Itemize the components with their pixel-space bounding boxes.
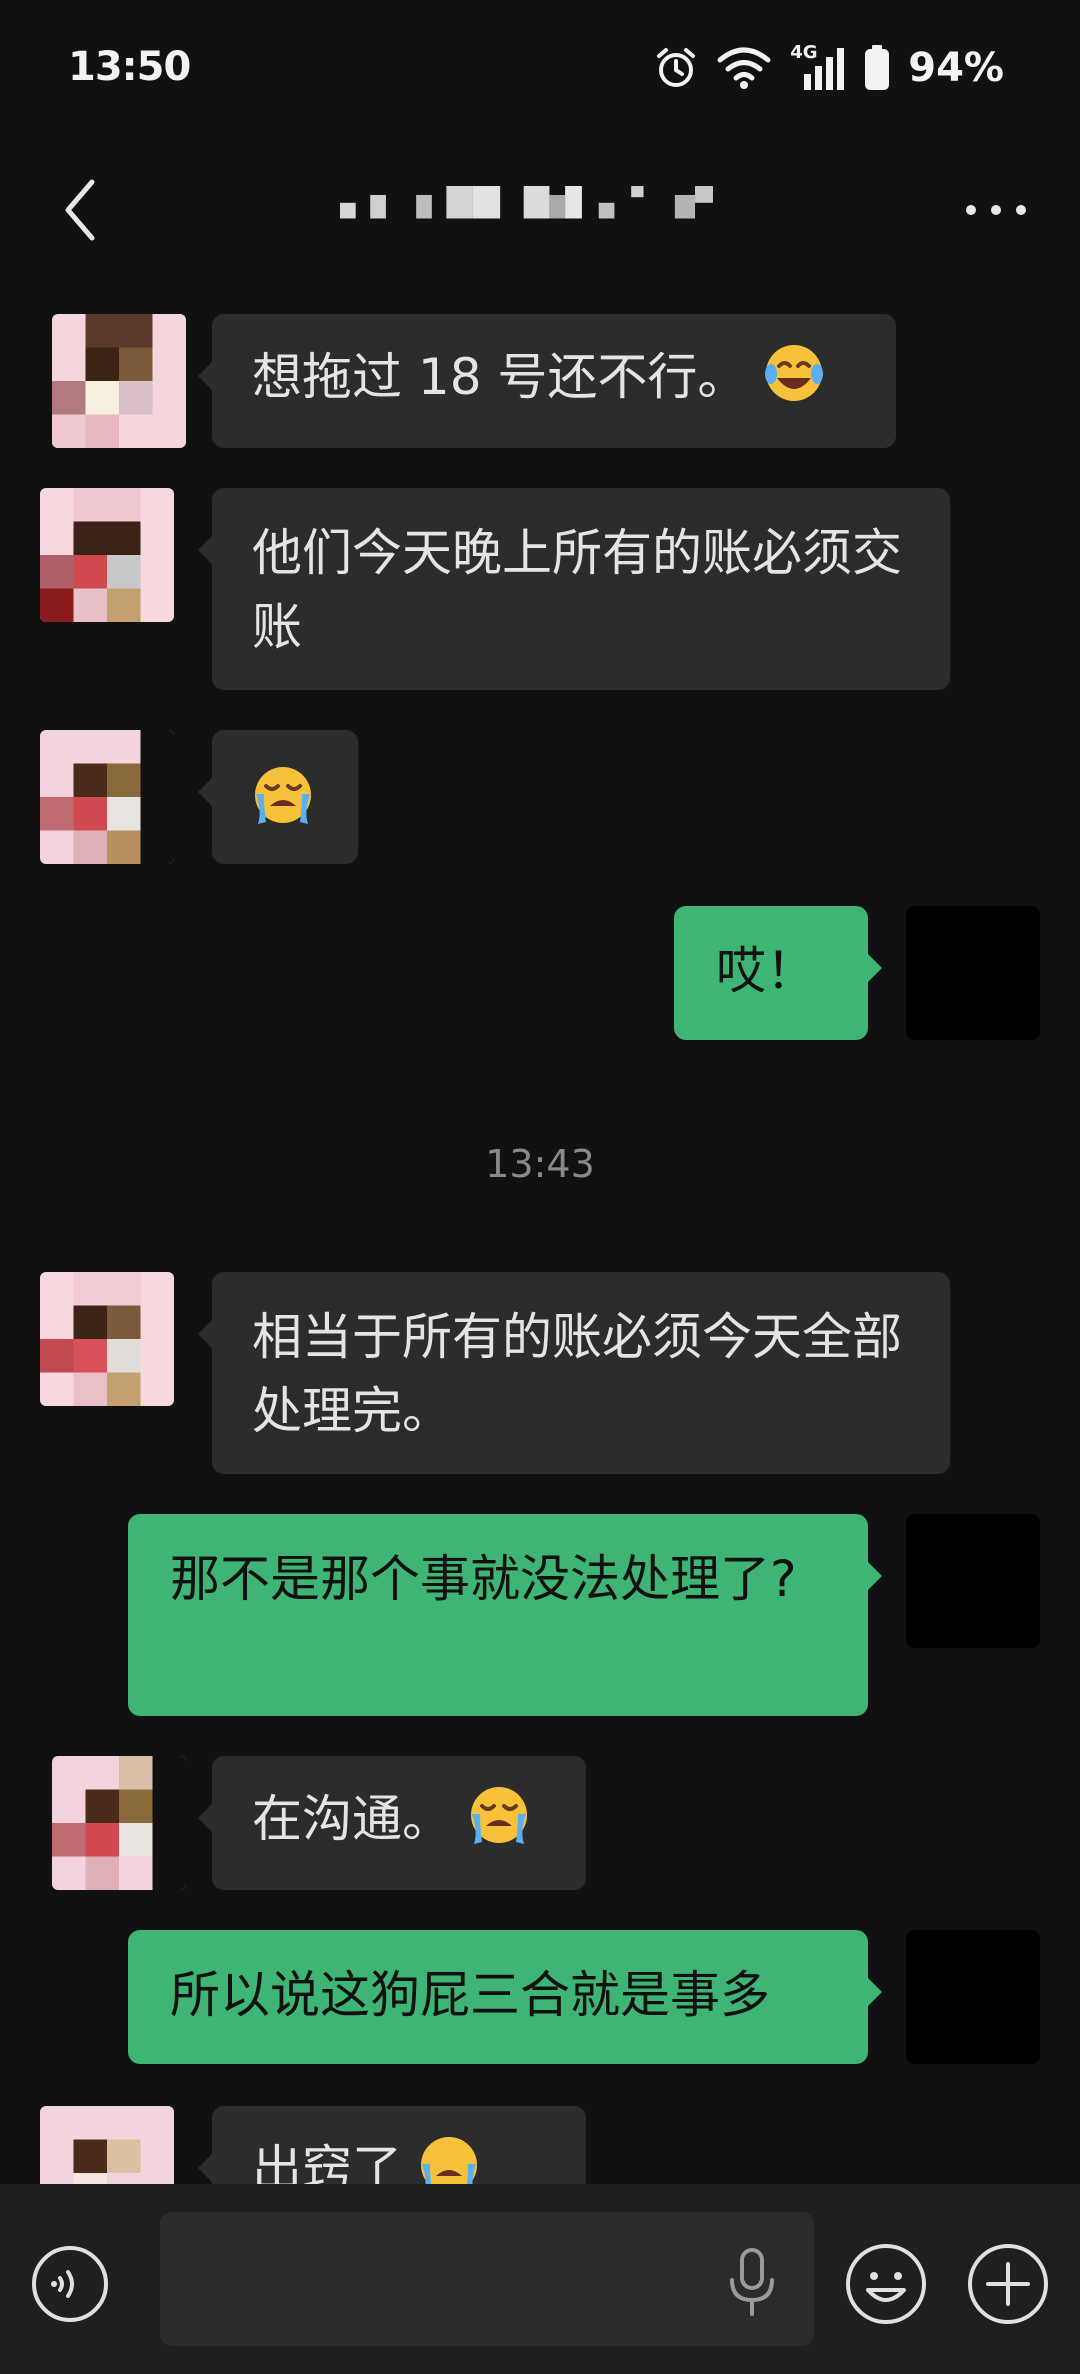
chat-header (0, 140, 1080, 270)
message-text: 哎！ (716, 942, 816, 1000)
battery-icon (865, 45, 890, 90)
message-text: 他们今天晚上所有的账必须交账 (252, 524, 902, 656)
alarm-icon (657, 48, 696, 87)
self-avatar[interactable] (906, 1514, 1040, 1648)
message-text: 想拖过 18 号还不行。 (252, 348, 748, 406)
mic-icon[interactable] (724, 2244, 780, 2320)
incoming-message-bubble[interactable]: 想拖过 18 号还不行。 (198, 314, 896, 448)
contact-avatar[interactable] (40, 730, 174, 864)
message-text: 出窍了 (252, 2140, 402, 2184)
self-avatar[interactable] (906, 906, 1040, 1040)
outgoing-message-bubble[interactable]: 那不是那个事就没法处理了? (128, 1514, 882, 1716)
plus-icon[interactable] (966, 2242, 1050, 2326)
self-avatar[interactable] (906, 1930, 1040, 2064)
status-bar: 13:50 4G 94% (0, 0, 1080, 140)
message-text: 相当于所有的账必须今天全部处理完。 (252, 1308, 902, 1440)
chat-title-redacted (340, 186, 713, 219)
cellular-signal-icon: 4G (790, 42, 846, 92)
message-input[interactable] (160, 2212, 814, 2346)
incoming-message-bubble[interactable]: 他们今天晚上所有的账必须交账 (198, 488, 950, 690)
more-dots-icon (966, 205, 976, 215)
voice-icon[interactable] (30, 2244, 110, 2324)
incoming-message-bubble[interactable]: 在沟通。 (198, 1756, 586, 1890)
outgoing-message-bubble[interactable]: 哎！ (674, 906, 882, 1040)
outgoing-message-bubble[interactable]: 所以说这狗屁三合就是事多 (128, 1930, 882, 2064)
wifi-icon (717, 47, 771, 89)
contact-avatar[interactable] (52, 1756, 186, 1890)
tears-of-joy-emoji-icon (765, 345, 824, 401)
input-bar (0, 2184, 1080, 2374)
emoji-icon[interactable] (844, 2242, 928, 2326)
loudly-crying-emoji-icon (470, 1787, 527, 1844)
status-time: 13:50 (68, 44, 191, 90)
contact-avatar[interactable] (40, 1272, 174, 1406)
battery-percent: 94% (908, 45, 1004, 91)
message-text: 那不是那个事就没法处理了? (170, 1550, 797, 1608)
chevron-left-icon[interactable] (50, 170, 110, 250)
contact-avatar[interactable] (52, 314, 186, 448)
message-timestamp: 13:43 (485, 1142, 595, 1186)
more-options-button[interactable] (956, 180, 1036, 240)
incoming-message-bubble[interactable]: 出窍了 (198, 2106, 586, 2184)
message-text: 在沟通。 (252, 1790, 452, 1848)
loudly-crying-emoji-icon (420, 2137, 477, 2184)
loudly-crying-emoji-icon (255, 767, 311, 824)
contact-avatar[interactable] (40, 488, 174, 622)
message-text: 所以说这狗屁三合就是事多 (170, 1966, 770, 2024)
message-row: 出窍了 (0, 2106, 1080, 2184)
contact-avatar[interactable] (40, 2106, 174, 2184)
incoming-message-bubble[interactable]: 相当于所有的账必须今天全部处理完。 (198, 1272, 950, 1474)
incoming-message-bubble[interactable] (198, 730, 358, 864)
status-icons: 4G 94% (654, 42, 1004, 92)
